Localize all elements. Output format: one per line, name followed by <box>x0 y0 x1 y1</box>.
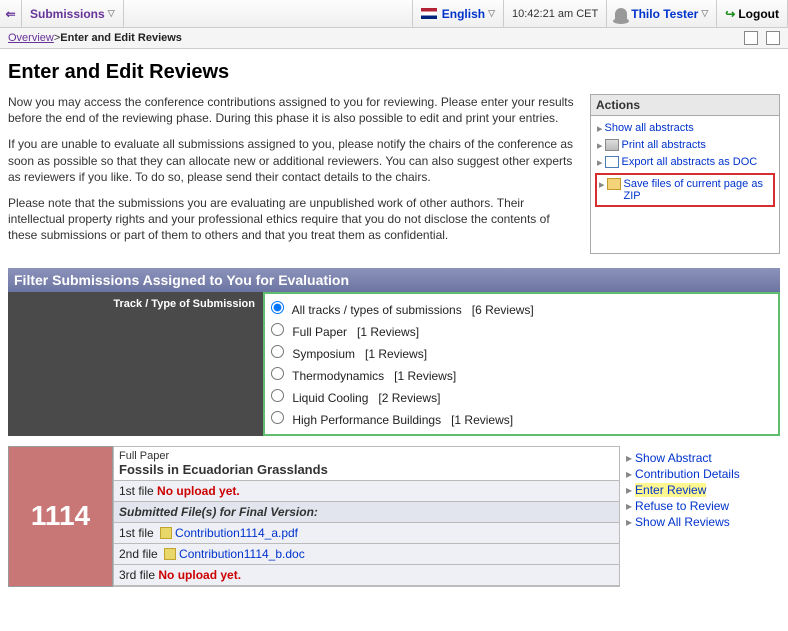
action-show-all-reviews[interactable]: ▸Show All Reviews <box>626 514 780 530</box>
file-link[interactable]: Contribution1114_a.pdf <box>175 526 298 540</box>
filter-option[interactable]: All tracks / types of submissions [6 Rev… <box>271 298 772 320</box>
action-show-abstract[interactable]: ▸Show Abstract <box>626 450 780 466</box>
file-label: 1st file <box>119 484 154 498</box>
intro-paragraph: Please note that the submissions you are… <box>8 195 578 244</box>
flag-icon <box>421 8 437 19</box>
filter-radio[interactable] <box>271 389 284 402</box>
breadcrumb-overview[interactable]: Overview <box>8 32 54 44</box>
filter-option[interactable]: Liquid Cooling [2 Reviews] <box>271 386 772 408</box>
action-enter-review[interactable]: ▸Enter Review <box>626 482 780 498</box>
action-save-zip[interactable]: ▸Save files of current page as ZIP <box>595 173 775 207</box>
doc-icon <box>605 156 619 168</box>
submission-title: Fossils in Ecuadorian Grasslands <box>119 462 328 477</box>
filter-options: All tracks / types of submissions [6 Rev… <box>263 292 780 436</box>
file-icon <box>164 548 176 560</box>
no-upload-text: No upload yet. <box>158 568 241 582</box>
no-upload-text: No upload yet. <box>157 484 240 498</box>
print-icon[interactable] <box>744 31 758 45</box>
logout-icon: ↪ <box>725 7 735 21</box>
actions-panel: Actions ▸Show all abstracts ▸Print all a… <box>590 94 780 254</box>
file-label: 1st file <box>119 526 154 540</box>
printer-icon <box>605 139 619 151</box>
filter-radio[interactable] <box>271 323 284 336</box>
breadcrumb-current: Enter and Edit Reviews <box>60 32 182 44</box>
page-title: Enter and Edit Reviews <box>8 61 780 84</box>
user-menu[interactable]: Thilo Tester▽ <box>607 0 717 27</box>
submission-details: Full PaperFossils in Ecuadorian Grasslan… <box>113 446 620 587</box>
final-version-header: Submitted File(s) for Final Version: <box>114 502 619 523</box>
action-refuse-review[interactable]: ▸Refuse to Review <box>626 498 780 514</box>
file-row: 1st file Contribution1114_a.pdf <box>114 523 619 544</box>
file-label: 3rd file <box>119 568 155 582</box>
language-selector[interactable]: English▽ <box>413 0 504 27</box>
file-row: 2nd file Contribution1114_b.doc <box>114 544 619 565</box>
filter-header: Filter Submissions Assigned to You for E… <box>8 268 780 292</box>
chevron-down-icon: ▽ <box>701 8 708 19</box>
user-icon <box>615 8 627 20</box>
clock-display: 10:42:21 am CET <box>504 0 607 27</box>
logout-button[interactable]: ↪Logout <box>717 0 788 27</box>
back-arrow-icon[interactable]: ⇐ <box>0 0 22 27</box>
submission-type: Full Paper <box>119 450 169 462</box>
file-row: 3rd file No upload yet. <box>114 565 619 586</box>
filter-option[interactable]: High Performance Buildings [1 Reviews] <box>271 408 772 430</box>
file-icon <box>160 527 172 539</box>
intro-paragraph: If you are unable to evaluate all submis… <box>8 136 578 185</box>
action-contribution-details[interactable]: ▸Contribution Details <box>626 466 780 482</box>
topbar-spacer <box>124 0 413 27</box>
actions-header: Actions <box>591 95 779 116</box>
filter-radio[interactable] <box>271 367 284 380</box>
action-show-all-abstracts[interactable]: ▸Show all abstracts <box>595 120 775 137</box>
filter-option[interactable]: Full Paper [1 Reviews] <box>271 320 772 342</box>
filter-radio[interactable] <box>271 411 284 424</box>
action-export-doc[interactable]: ▸Export all abstracts as DOC <box>595 154 775 171</box>
download-icon[interactable] <box>766 31 780 45</box>
chevron-down-icon: ▽ <box>488 8 495 19</box>
submissions-link[interactable]: Submissions▽ <box>22 0 124 27</box>
file-label: 2nd file <box>119 547 158 561</box>
action-print-all-abstracts[interactable]: ▸Print all abstracts <box>595 137 775 154</box>
filter-option[interactable]: Symposium [1 Reviews] <box>271 342 772 364</box>
file-link[interactable]: Contribution1114_b.doc <box>179 547 305 561</box>
filter-radio[interactable] <box>271 301 284 314</box>
filter-option[interactable]: Thermodynamics [1 Reviews] <box>271 364 772 386</box>
filter-radio[interactable] <box>271 345 284 358</box>
intro-paragraph: Now you may access the conference contri… <box>8 94 578 126</box>
submission-actions: ▸Show Abstract ▸Contribution Details ▸En… <box>620 446 780 587</box>
chevron-down-icon: ▽ <box>108 8 115 19</box>
zip-icon <box>607 178 621 190</box>
submission-id: 1114 <box>8 446 113 587</box>
filter-label: Track / Type of Submission <box>8 292 263 436</box>
